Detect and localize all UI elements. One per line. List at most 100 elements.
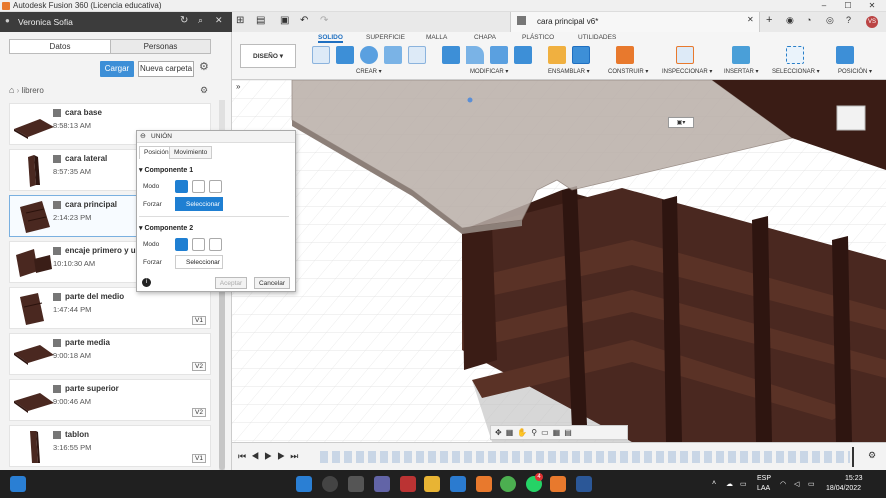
undo-icon[interactable]: ↶ xyxy=(300,16,308,26)
user-name[interactable]: Veronica Sofia xyxy=(18,17,73,27)
redo-icon[interactable]: ↷ xyxy=(320,16,328,26)
windows-start-icon[interactable] xyxy=(296,476,312,492)
tab-datos[interactable]: Datos xyxy=(10,40,110,53)
timeline-settings-icon[interactable]: ⚙ xyxy=(868,451,876,460)
pattern-icon[interactable] xyxy=(408,46,426,64)
file-item[interactable]: parte del medio 1:47:44 PM V1 xyxy=(9,287,211,329)
info-icon[interactable]: i xyxy=(142,278,151,287)
group-modificar[interactable]: MODIFICAR ▾ xyxy=(470,68,508,75)
volume-icon[interactable]: ◁ xyxy=(794,480,799,488)
teams-icon[interactable] xyxy=(374,476,390,492)
offset-plane-icon[interactable] xyxy=(616,46,634,64)
create-sketch-icon[interactable] xyxy=(312,46,330,64)
tab-personas[interactable]: Personas xyxy=(110,40,210,53)
viewports-icon[interactable]: ▤ xyxy=(564,428,576,437)
snap-mode-simple-icon[interactable] xyxy=(175,238,188,251)
snap-mode-center-icon[interactable] xyxy=(209,180,222,193)
group-crear[interactable]: CREAR ▾ xyxy=(356,68,382,75)
app-icon[interactable] xyxy=(400,476,416,492)
task-view-icon[interactable] xyxy=(348,476,364,492)
step-back-icon[interactable]: ◀ xyxy=(251,451,264,461)
notifications-icon[interactable]: ◎ xyxy=(826,16,834,25)
look-at-icon[interactable]: ▦ xyxy=(506,428,518,437)
joint-icon[interactable] xyxy=(572,46,590,64)
settings-icon[interactable]: ⚙ xyxy=(200,86,208,95)
group-insertar[interactable]: INSERTAR ▾ xyxy=(724,68,758,75)
file-item[interactable]: parte superior 9:00:46 AM V2 xyxy=(9,379,211,421)
group-posicion[interactable]: POSICIÓN ▾ xyxy=(838,68,872,75)
file-item[interactable]: tablon 3:16:55 PM V1 xyxy=(9,425,211,467)
component2-section[interactable]: ▾ Componente 2 xyxy=(139,224,193,232)
snap-mode-center-icon[interactable] xyxy=(209,238,222,251)
chrome-icon[interactable] xyxy=(500,476,516,492)
file-explorer-icon[interactable] xyxy=(424,476,440,492)
search-icon[interactable] xyxy=(322,476,338,492)
group-construir[interactable]: CONSTRUIR ▾ xyxy=(608,68,648,75)
select-component2-button[interactable]: Seleccionar xyxy=(175,255,223,269)
refresh-icon[interactable]: ↻ xyxy=(180,16,188,26)
pan-icon[interactable]: ✋ xyxy=(517,428,531,437)
capture-position-icon[interactable] xyxy=(836,46,854,64)
go-to-start-icon[interactable]: ⏮ xyxy=(238,451,251,461)
extrude-icon[interactable] xyxy=(336,46,354,64)
group-inspeccionar[interactable]: INSPECCIONAR ▾ xyxy=(662,68,712,75)
gear-icon[interactable]: ⚙ xyxy=(199,62,209,73)
clock-time[interactable]: 15:23 xyxy=(845,475,863,482)
revolve-icon[interactable] xyxy=(360,46,378,64)
file-item[interactable]: parte media 9:00:18 AM V2 xyxy=(9,333,211,375)
save-icon[interactable]: ▣ xyxy=(280,16,289,26)
insert-image-icon[interactable] xyxy=(732,46,750,64)
new-folder-button[interactable]: Nueva carpeta xyxy=(138,61,194,77)
version-badge[interactable]: V2 xyxy=(192,362,206,371)
search-icon[interactable]: ⌕ xyxy=(198,16,203,25)
group-seleccionar[interactable]: SELECCIONAR ▾ xyxy=(772,68,820,75)
upload-button[interactable]: Cargar xyxy=(100,61,134,77)
step-forward-icon[interactable]: ▶ xyxy=(277,451,290,461)
select-icon[interactable] xyxy=(786,46,804,64)
group-ensamblar[interactable]: ENSAMBLAR ▾ xyxy=(548,68,590,75)
snap-mode-simple-icon[interactable] xyxy=(175,180,188,193)
collapse-icon[interactable]: ⊖ xyxy=(140,133,146,140)
help-icon[interactable]: ? xyxy=(846,16,851,25)
browser-expand-icon[interactable]: » xyxy=(236,83,240,91)
combine-icon[interactable] xyxy=(514,46,532,64)
store-icon[interactable] xyxy=(450,476,466,492)
joint-manipulator-icon[interactable]: ▣▾ xyxy=(668,117,694,128)
home-icon[interactable]: ⌂ xyxy=(9,85,14,95)
breadcrumb-folder[interactable]: librero xyxy=(22,86,44,95)
extensions-icon[interactable]: ◉ xyxy=(786,16,794,25)
press-pull-icon[interactable] xyxy=(442,46,460,64)
office-icon[interactable] xyxy=(476,476,492,492)
cloud-icon[interactable]: ☁ xyxy=(726,480,733,488)
new-component-icon[interactable] xyxy=(548,46,566,64)
version-badge[interactable]: V1 xyxy=(192,316,206,325)
snap-mode-between-icon[interactable] xyxy=(192,180,205,193)
close-panel-icon[interactable]: ✕ xyxy=(215,16,223,25)
component1-section[interactable]: ▾ Componente 1 xyxy=(139,166,193,174)
measure-icon[interactable] xyxy=(676,46,694,64)
clock-date[interactable]: 18/04/2022 xyxy=(826,485,861,492)
word-icon[interactable] xyxy=(576,476,592,492)
orbit-icon[interactable]: ✥ xyxy=(495,428,506,437)
document-tab[interactable]: cara principal v6* ✕ xyxy=(510,12,760,32)
play-icon[interactable]: ▶ xyxy=(264,451,277,461)
tab-plastico[interactable]: PLÁSTICO xyxy=(522,34,554,41)
snap-mode-between-icon[interactable] xyxy=(192,238,205,251)
tab-movimiento[interactable]: Movimiento xyxy=(169,146,213,159)
onedrive-icon[interactable]: ▭ xyxy=(740,480,747,488)
cancel-button[interactable]: Cancelar xyxy=(254,277,290,289)
keyboard-layout[interactable]: LAA xyxy=(757,485,770,492)
tab-chapa[interactable]: CHAPA xyxy=(474,34,496,41)
close-button[interactable]: ✕ xyxy=(858,0,886,12)
display-settings-icon[interactable]: ▭ xyxy=(541,428,553,437)
tray-chevron-icon[interactable]: ˄ xyxy=(712,480,716,487)
tab-utilidades[interactable]: UTILIDADES xyxy=(578,34,616,41)
grid-settings-icon[interactable]: ▦ xyxy=(553,428,565,437)
job-status-icon[interactable]: ◔ xyxy=(806,16,811,25)
tab-superficie[interactable]: SUPERFICIE xyxy=(366,34,405,41)
wifi-icon[interactable]: ◠ xyxy=(780,480,786,488)
fusion-taskbar-icon[interactable] xyxy=(550,476,566,492)
workspace-dropdown[interactable]: DISEÑO ▾ xyxy=(240,44,296,68)
battery-icon[interactable]: ▭ xyxy=(808,480,815,488)
close-tab-icon[interactable]: ✕ xyxy=(747,16,754,24)
